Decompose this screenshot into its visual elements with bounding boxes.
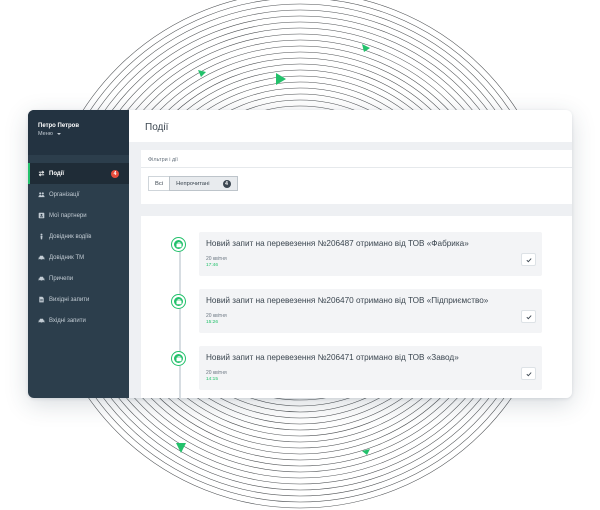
- event-title: Новий запит на перевезення №206470 отрим…: [206, 296, 489, 305]
- event-date: 20 квітня: [206, 256, 227, 262]
- sidebar-item-label: Організації: [49, 191, 80, 198]
- sidebar-item-label: Мої партнери: [49, 212, 87, 219]
- decorative-triangle: [362, 449, 370, 455]
- sidebar-item-trailers[interactable]: Причепи: [28, 268, 129, 289]
- event-item: Новий запит на перевезення №206487 отрим…: [165, 232, 543, 282]
- user-block[interactable]: Петро Петров Меню: [28, 110, 129, 155]
- checkmark-icon: [525, 371, 532, 376]
- exchange-icon: [38, 170, 45, 177]
- event-item: Новий запит на перевезення №206470 отрим…: [165, 289, 543, 339]
- sidebar-item-label: Вхідні запити: [49, 317, 86, 324]
- event-card[interactable]: Новий запит на перевезення №206471 отрим…: [199, 346, 542, 390]
- events-badge: 4: [111, 169, 119, 178]
- event-date: 20 квітня: [206, 313, 227, 319]
- filter-all-button[interactable]: Всі: [148, 176, 171, 191]
- mark-read-button[interactable]: [521, 367, 536, 380]
- filter-button-group: Всі Непрочитані 4: [141, 168, 572, 191]
- sidebar-item-label: Події: [49, 170, 65, 177]
- event-item: Новий запит на перевезення №206471 отрим…: [165, 346, 543, 396]
- sidebar-item-label: Причепи: [49, 275, 74, 282]
- event-time: 17:46: [206, 263, 219, 268]
- event-title: Новий запит на перевезення №206471 отрим…: [206, 353, 459, 362]
- sidebar-item-label: Вихідні запити: [49, 296, 90, 303]
- filter-panel: Фільтри і дії Всі Непрочитані 4: [141, 150, 572, 204]
- car-icon: [38, 254, 45, 261]
- car-icon: [38, 275, 45, 282]
- page-header: Події: [129, 110, 572, 142]
- app-window: Петро Петров Меню Події 4 Організації Мо…: [28, 110, 572, 398]
- filter-panel-title: Фільтри і дії: [141, 150, 572, 168]
- event-card[interactable]: Новий запит на перевезення №206487 отрим…: [199, 232, 542, 276]
- decorative-triangle: [176, 443, 186, 453]
- sidebar-item-drivers[interactable]: Довідник водіїв: [28, 226, 129, 247]
- users-icon: [38, 191, 45, 198]
- decorative-triangle: [198, 70, 206, 77]
- filter-unread-button[interactable]: Непрочитані 4: [169, 176, 238, 191]
- checkmark-icon: [525, 314, 532, 319]
- checkmark-icon: [525, 257, 532, 262]
- briefcase-icon: [172, 352, 185, 365]
- events-timeline: Новий запит на перевезення №206487 отрим…: [141, 216, 572, 398]
- user-name: Петро Петров: [38, 123, 80, 129]
- user-menu-label: Меню: [38, 131, 53, 137]
- sidebar-item-label: Довідник ТМ: [49, 254, 85, 261]
- chevron-down-icon: [56, 133, 61, 135]
- document-icon: [38, 296, 45, 303]
- contact-card-icon: [38, 212, 45, 219]
- mark-read-button[interactable]: [521, 253, 536, 266]
- sidebar-item-events[interactable]: Події 4: [28, 163, 129, 184]
- car-icon: [38, 317, 45, 324]
- filter-unread-label: Непрочитані: [176, 180, 210, 187]
- mark-read-button[interactable]: [521, 310, 536, 323]
- sidebar-item-partners[interactable]: Мої партнери: [28, 205, 129, 226]
- briefcase-icon: [172, 295, 185, 308]
- sidebar-nav: Події 4 Організації Мої партнери Довідни…: [28, 155, 129, 331]
- event-time: 14:15: [206, 377, 219, 382]
- sidebar-item-incoming-requests[interactable]: Вхідні запити: [28, 310, 129, 331]
- sidebar-item-label: Довідник водіїв: [49, 233, 92, 240]
- user-menu-toggle[interactable]: Меню: [38, 130, 119, 138]
- event-card[interactable]: Новий запит на перевезення №206470 отрим…: [199, 289, 542, 333]
- event-time: 15:26: [206, 320, 219, 325]
- sidebar: Петро Петров Меню Події 4 Організації Мо…: [28, 110, 129, 398]
- event-date: 20 квітня: [206, 370, 227, 376]
- main-content: Події Фільтри і дії Всі Непрочитані 4 Но…: [129, 110, 572, 398]
- briefcase-icon: [172, 238, 185, 251]
- unread-count-badge: 4: [222, 179, 231, 188]
- sidebar-item-vehicles[interactable]: Довідник ТМ: [28, 247, 129, 268]
- event-title: Новий запит на перевезення №206487 отрим…: [206, 239, 469, 248]
- sidebar-item-organizations[interactable]: Організації: [28, 184, 129, 205]
- page-title: Події: [145, 122, 169, 133]
- sidebar-item-outgoing-requests[interactable]: Вихідні запити: [28, 289, 129, 310]
- marketing-stage: Петро Петров Меню Події 4 Організації Мо…: [0, 0, 600, 510]
- driver-icon: [38, 233, 45, 240]
